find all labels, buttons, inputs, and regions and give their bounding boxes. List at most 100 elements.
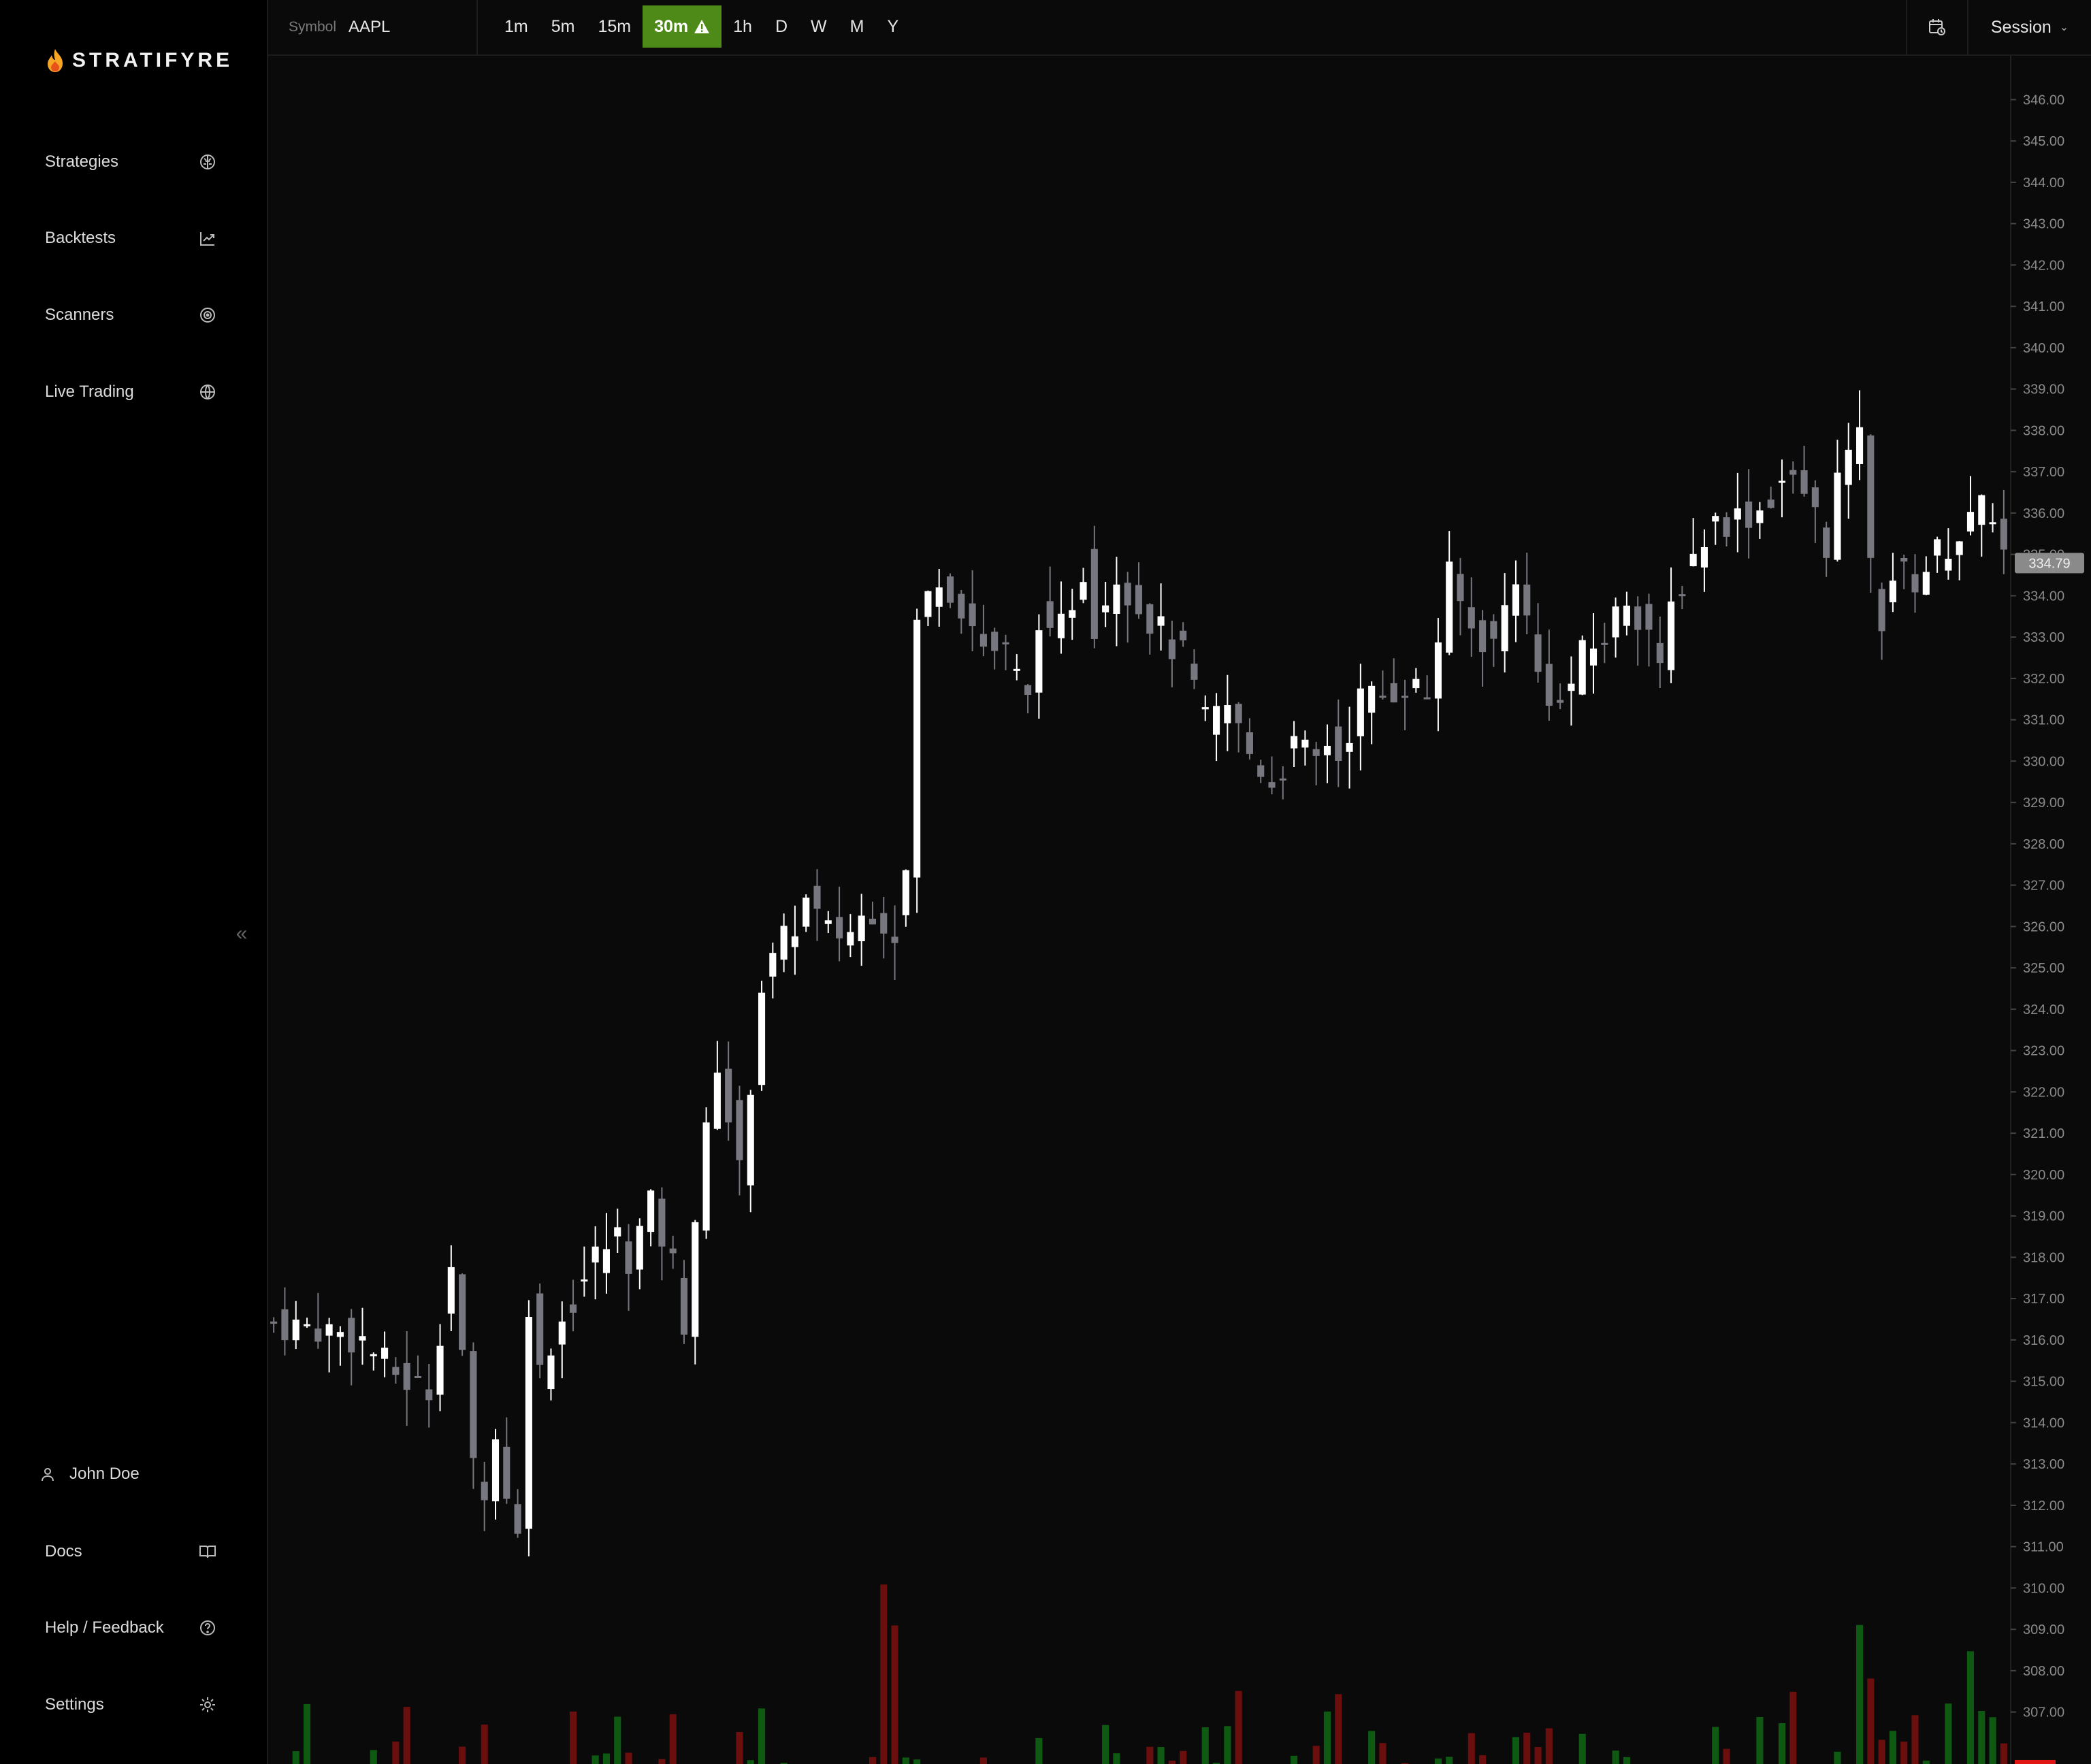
candle-body [1190, 664, 1198, 680]
brand-logo[interactable]: STRATIFYRE [45, 48, 233, 74]
candle-body [602, 1249, 610, 1273]
y-tick-label: 337.00 [2023, 465, 2064, 480]
candle-body [1035, 630, 1043, 693]
volume-bar [1335, 1694, 1342, 1764]
candle-body [747, 1094, 754, 1186]
candle-body [680, 1277, 688, 1335]
volume-bar [1102, 1725, 1109, 1764]
volume-bar [1157, 1747, 1165, 1764]
candle-body [803, 897, 810, 927]
candle-body [1712, 516, 1719, 522]
y-tick-label: 312.00 [2023, 1499, 2064, 1514]
candle-body [1867, 435, 1875, 558]
candle-body [769, 953, 777, 977]
candle-body [1700, 547, 1708, 568]
candle-body [1024, 685, 1032, 696]
volume-bar [1978, 1710, 1985, 1764]
timeframe-1m[interactable]: 1m [493, 5, 540, 48]
user-profile[interactable]: John Doe [39, 1460, 140, 1488]
candle-body [547, 1355, 555, 1390]
candle-body [1235, 704, 1242, 723]
sidebar-item-label: Docs [45, 1542, 82, 1561]
candle-body [1834, 472, 1841, 560]
candle-body [1057, 613, 1065, 638]
price-chart[interactable]: 346.00 345.00 344.00 343.00 342.00 341.00 340.… [268, 56, 2091, 1764]
volume-bar [1778, 1723, 1786, 1764]
candle-body [913, 619, 921, 878]
y-tick-label: 307.00 [2023, 1705, 2064, 1720]
timeframe-1h[interactable]: 1h [722, 5, 764, 48]
volume-bar [1966, 1651, 1975, 1764]
candle-body [1113, 584, 1120, 615]
candle-body [1379, 696, 1387, 698]
candles-layer [270, 390, 2007, 1556]
symbol-selector[interactable]: Symbol AAPL [268, 0, 478, 54]
candle-body [1689, 553, 1697, 566]
candle-body [813, 885, 821, 909]
candle-body [1201, 707, 1209, 710]
timeframe-5m[interactable]: 5m [540, 5, 587, 48]
timeframe-w[interactable]: W [799, 5, 839, 48]
candle-body [1002, 642, 1009, 644]
candle-body [1412, 679, 1420, 689]
candle-body [935, 587, 943, 607]
sidebar-item-scanners[interactable]: Scanners [45, 295, 218, 336]
candle-body [725, 1068, 732, 1123]
candle-body [1102, 605, 1109, 612]
volume-bar [1545, 1728, 1553, 1764]
candle-body [1390, 683, 1397, 703]
timeframe-30m[interactable]: 30m [643, 5, 722, 48]
timeframe-d[interactable]: D [764, 5, 799, 48]
timeframe-selector: 1m 5m 15m 30m 1h D W M Y [493, 5, 910, 48]
date-picker-button[interactable] [1906, 0, 1968, 54]
volume-layer [292, 1584, 2007, 1764]
y-tick-label: 338.00 [2023, 423, 2064, 438]
y-tick-label: 311.00 [2023, 1540, 2064, 1555]
y-tick-label: 340.00 [2023, 341, 2064, 356]
candle-body [392, 1367, 400, 1375]
timeframe-y[interactable]: Y [875, 5, 910, 48]
volume-bar [1224, 1726, 1231, 1764]
candle-body [1224, 705, 1231, 723]
candle-body [625, 1241, 632, 1274]
candle-body [470, 1351, 477, 1458]
candle-body [1168, 639, 1176, 659]
y-tick-label: 325.00 [2023, 961, 2064, 976]
candle-body [1080, 582, 1087, 600]
candle-body [902, 870, 909, 915]
question-icon [197, 1618, 218, 1638]
y-tick-label: 326.00 [2023, 919, 2064, 934]
last-price-label: 334.79 [2028, 556, 2070, 571]
candle-body [1301, 739, 1309, 748]
timeframe-m[interactable]: M [839, 5, 876, 48]
candle-body [847, 932, 854, 946]
y-tick-label: 321.00 [2023, 1126, 2064, 1141]
sidebar-item-live-trading[interactable]: Live Trading [45, 372, 218, 412]
timeframe-15m[interactable]: 15m [586, 5, 643, 48]
candle-body [836, 917, 843, 938]
candle-body [1945, 559, 1952, 571]
sidebar: STRATIFYRE Strategies Backtests Scanners… [0, 0, 268, 1764]
collapse-sidebar-button[interactable]: « [231, 920, 252, 947]
candle-body [1845, 449, 1852, 485]
volume-bar [1945, 1703, 1952, 1764]
candle-body [1368, 685, 1376, 713]
volume-bar [1867, 1678, 1875, 1764]
sidebar-item-help-feedback[interactable]: Help / Feedback [45, 1607, 218, 1648]
brand-name: STRATIFYRE [72, 49, 233, 71]
volume-bar [1113, 1753, 1120, 1764]
volume-bar [1989, 1717, 1996, 1764]
volume-bar [625, 1752, 632, 1764]
volume-bar [1379, 1743, 1387, 1764]
candle-body [958, 593, 965, 619]
candle-body [692, 1222, 699, 1337]
sidebar-item-settings[interactable]: Settings [45, 1684, 218, 1725]
sidebar-item-backtests[interactable]: Backtests [45, 218, 218, 259]
sidebar-item-docs[interactable]: Docs [45, 1531, 218, 1572]
sidebar-item-label: Live Trading [45, 382, 134, 401]
session-dropdown[interactable]: Session ⌄ [1968, 0, 2091, 54]
candle-body [1811, 487, 1819, 508]
y-tick-label: 333.00 [2023, 630, 2064, 645]
y-tick-label: 316.00 [2023, 1333, 2064, 1348]
sidebar-item-strategies[interactable]: Strategies [45, 142, 218, 182]
